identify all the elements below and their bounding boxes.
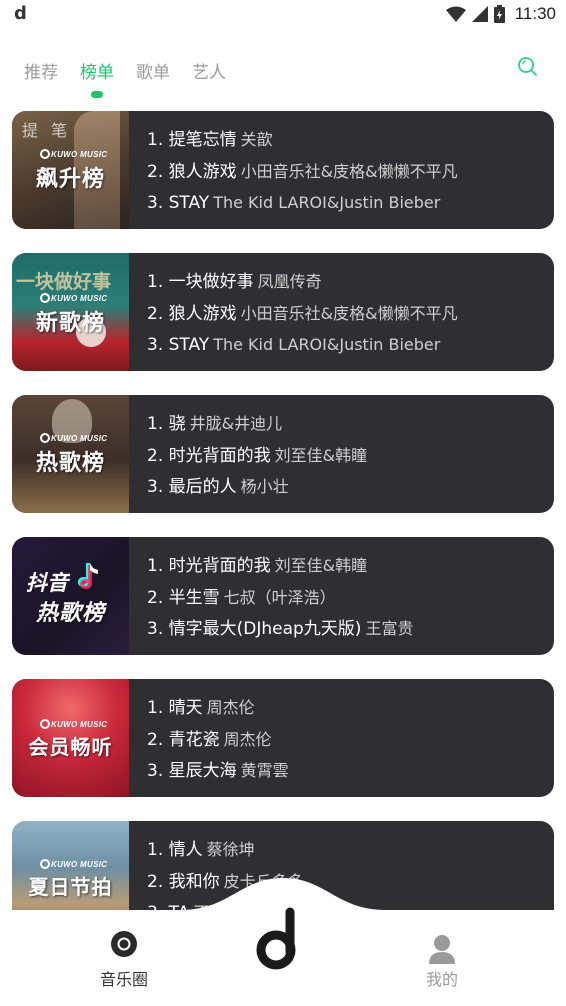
active-tab-indicator bbox=[91, 91, 103, 98]
chart-card[interactable]: 一块做好事 KUWO MUSIC 新歌榜 1. 一块做好事 凤凰传奇 2. 狼人游… bbox=[12, 253, 554, 371]
nav-label: 音乐圈 bbox=[99, 970, 148, 989]
cover-title: 会员畅听 bbox=[28, 735, 113, 759]
track-item: 3. 情字最大(DJheap九天版) 王富贵 bbox=[147, 619, 414, 639]
kuwo-logo: KUWO MUSIC bbox=[40, 149, 107, 159]
track-item: 2. 狼人游戏 小田音乐社&庋格&懒懒不平凡 bbox=[147, 161, 458, 182]
track-item: 1. 一块做好事 凤凰传奇 bbox=[147, 272, 322, 292]
music-disc-icon bbox=[111, 931, 137, 957]
tab-label: 推荐 bbox=[24, 63, 58, 83]
chart-card[interactable]: 提 笔 KUWO MUSIC 飙升榜 1. 提笔忘情 关歆 2. 狼人游戏 小田音乐… bbox=[12, 111, 554, 229]
tab-label: 榜单 bbox=[80, 63, 114, 83]
cover-song-title: 一块做好事 bbox=[16, 271, 112, 293]
status-icons: 11:30 bbox=[445, 4, 556, 24]
chart-cover: 提 笔 KUWO MUSIC 飙升榜 bbox=[12, 111, 129, 229]
cover-handwriting: 提 笔 bbox=[22, 121, 72, 140]
user-icon bbox=[429, 935, 455, 964]
nav-label: 我的 bbox=[425, 970, 458, 989]
track-item: 1. 骁井胧&井迪儿 bbox=[147, 414, 283, 434]
chart-cover: 一块做好事 KUWO MUSIC 新歌榜 bbox=[12, 253, 129, 371]
wifi-icon bbox=[445, 6, 466, 22]
track-item: 3. 星辰大海 黄霄雲 bbox=[147, 761, 289, 781]
track-item: 1. 时光背面的我 刘至佳&韩瞳 bbox=[147, 556, 368, 576]
track-item: 2. 青花瓷 周杰伦 bbox=[147, 729, 272, 750]
tab-artists[interactable]: 艺人 bbox=[192, 58, 226, 83]
track-item: 3. STAY The Kid LAROI&Justin Bieber bbox=[147, 193, 441, 213]
status-bar: d 11:30 bbox=[0, 0, 566, 32]
signal-icon bbox=[471, 6, 488, 22]
tab-charts[interactable]: 榜单 bbox=[80, 58, 114, 98]
tab-playlists[interactable]: 歌单 bbox=[136, 58, 170, 83]
app-notification-icon: d bbox=[14, 3, 27, 24]
track-item: 1. 晴天 周杰伦 bbox=[147, 698, 255, 718]
track-item: 2. 狼人游戏 小田音乐社&庋格&懒懒不平凡 bbox=[147, 303, 458, 324]
chart-cover: KUWO MUSIC 会员畅听 bbox=[12, 679, 129, 797]
tab-label: 艺人 bbox=[192, 63, 226, 83]
app-logo-button[interactable] bbox=[250, 898, 316, 978]
track-preview-list: 1. 提笔忘情 关歆 2. 狼人游戏 小田音乐社&庋格&懒懒不平凡 3. STAY T… bbox=[147, 124, 544, 219]
douyin-label: 抖音 bbox=[26, 571, 68, 595]
tab-recommend[interactable]: 推荐 bbox=[24, 58, 58, 83]
track-item: 2. 半生雪 七叔（叶泽浩） bbox=[147, 587, 336, 608]
category-tabs: 推荐 榜单 歌单 艺人 bbox=[24, 58, 248, 98]
track-item: 2. 时光背面的我 刘至佳&韩瞳 bbox=[147, 445, 368, 466]
kuwo-logo: KUWO MUSIC bbox=[40, 433, 107, 443]
track-preview-list: 1. 晴天 周杰伦 2. 青花瓷 周杰伦 3. 星辰大海 黄霄雲 bbox=[147, 692, 544, 787]
cover-title: 热歌榜 bbox=[35, 451, 105, 476]
kuwo-logo: KUWO MUSIC bbox=[40, 293, 107, 303]
app-screen: d 11:30 推荐 榜单 歌单 艺人 提 笔 KUWO MUSIC 飙升榜 1… bbox=[0, 0, 566, 1006]
kuwo-logo: KUWO MUSIC bbox=[40, 859, 107, 869]
track-item: 1. 情人 蔡徐坤 bbox=[147, 840, 255, 860]
track-preview-list: 1. 一块做好事 凤凰传奇 2. 狼人游戏 小田音乐社&庋格&懒懒不平凡 3. ST… bbox=[147, 266, 544, 361]
chart-cover: 抖音 热歌榜 bbox=[12, 537, 129, 655]
chart-card[interactable]: 抖音 热歌榜 1. 时光背面的我 刘至佳&韩瞳 2. 半生雪 七叔（叶泽浩） 3. … bbox=[12, 537, 554, 655]
kuwo-logo: KUWO MUSIC bbox=[40, 719, 107, 729]
cover-title: 飙升榜 bbox=[35, 167, 105, 192]
status-time: 11:30 bbox=[514, 4, 556, 23]
chart-list: 提 笔 KUWO MUSIC 飙升榜 1. 提笔忘情 关歆 2. 狼人游戏 小田音乐… bbox=[12, 111, 554, 963]
cover-title: 新歌榜 bbox=[35, 311, 105, 336]
douyin-note-icon bbox=[78, 563, 98, 589]
chart-card[interactable]: KUWO MUSIC 会员畅听 1. 晴天 周杰伦 2. 青花瓷 周杰伦 3. 星辰… bbox=[12, 679, 554, 797]
track-preview-list: 1. 骁井胧&井迪儿 2. 时光背面的我 刘至佳&韩瞳 3. 最后的人 杨小壮 bbox=[147, 408, 544, 503]
chart-card[interactable]: KUWO MUSIC 热歌榜 1. 骁井胧&井迪儿 2. 时光背面的我 刘至佳&韩… bbox=[12, 395, 554, 513]
track-item: 3. 最后的人 杨小壮 bbox=[147, 477, 289, 497]
track-item: 1. 提笔忘情 关歆 bbox=[147, 130, 273, 150]
search-icon[interactable] bbox=[516, 55, 540, 79]
tab-label: 歌单 bbox=[136, 63, 170, 83]
cover-title: 热歌榜 bbox=[35, 601, 105, 626]
chart-cover: KUWO MUSIC 热歌榜 bbox=[12, 395, 129, 513]
track-preview-list: 1. 时光背面的我 刘至佳&韩瞳 2. 半生雪 七叔（叶泽浩） 3. 情字最大(DJ… bbox=[147, 550, 544, 645]
track-item: 3. STAY The Kid LAROI&Justin Bieber bbox=[147, 335, 441, 355]
battery-icon bbox=[493, 5, 505, 23]
